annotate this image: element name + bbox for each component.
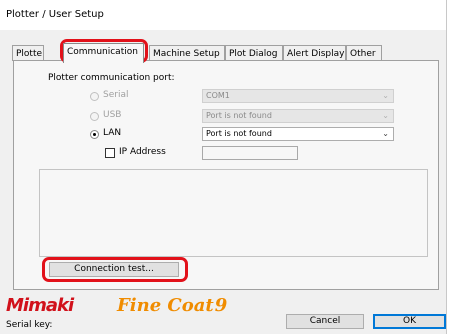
usb-label: USB <box>103 110 122 120</box>
chevron-down-icon: ⌄ <box>382 91 389 100</box>
serial-key-label: Serial key: <box>6 320 53 330</box>
mimaki-logo: Mimaki <box>6 295 74 316</box>
ok-button[interactable]: OK <box>373 314 446 329</box>
lan-label: LAN <box>103 128 122 138</box>
cancel-button[interactable]: Cancel <box>286 314 364 329</box>
serial-port-select[interactable]: COM1 ⌄ <box>202 89 394 103</box>
window-title: Plotter / User Setup <box>6 9 104 20</box>
usb-radio[interactable] <box>90 112 99 121</box>
tab-plotter[interactable]: Plotte <box>12 45 44 61</box>
port-label: Plotter communication port: <box>48 73 175 83</box>
tab-alert-display[interactable]: Alert Display <box>283 45 346 61</box>
usb-port-value: Port is not found <box>206 111 272 120</box>
serial-label: Serial <box>103 90 129 100</box>
status-box <box>39 169 428 257</box>
ip-address-field[interactable] <box>202 146 298 160</box>
title-bar: Plotter / User Setup <box>0 0 446 30</box>
product-version: 9 <box>214 295 228 316</box>
tab-communication[interactable]: Communication <box>63 43 144 63</box>
tab-other[interactable]: Other <box>346 45 382 61</box>
lan-port-value: Port is not found <box>206 129 272 138</box>
dialog-window: Plotter / User Setup Plotte Communicatio… <box>0 0 447 334</box>
ip-address-label: IP Address <box>119 147 166 157</box>
usb-port-select[interactable]: Port is not found ⌄ <box>202 109 394 123</box>
connection-test-highlight <box>42 257 188 282</box>
product-logo: Fine Coat9 <box>117 295 227 316</box>
ip-address-checkbox[interactable] <box>105 148 115 158</box>
tab-plot-dialog[interactable]: Plot Dialog <box>225 45 283 61</box>
chevron-down-icon: ⌄ <box>382 111 389 120</box>
tab-machine-setup[interactable]: Machine Setup <box>149 45 225 61</box>
chevron-down-icon: ⌄ <box>382 129 389 138</box>
serial-radio[interactable] <box>90 92 99 101</box>
product-name: Fine Coat <box>117 295 214 316</box>
lan-radio[interactable] <box>90 130 99 139</box>
lan-port-select[interactable]: Port is not found ⌄ <box>202 127 394 141</box>
serial-port-value: COM1 <box>206 91 230 100</box>
